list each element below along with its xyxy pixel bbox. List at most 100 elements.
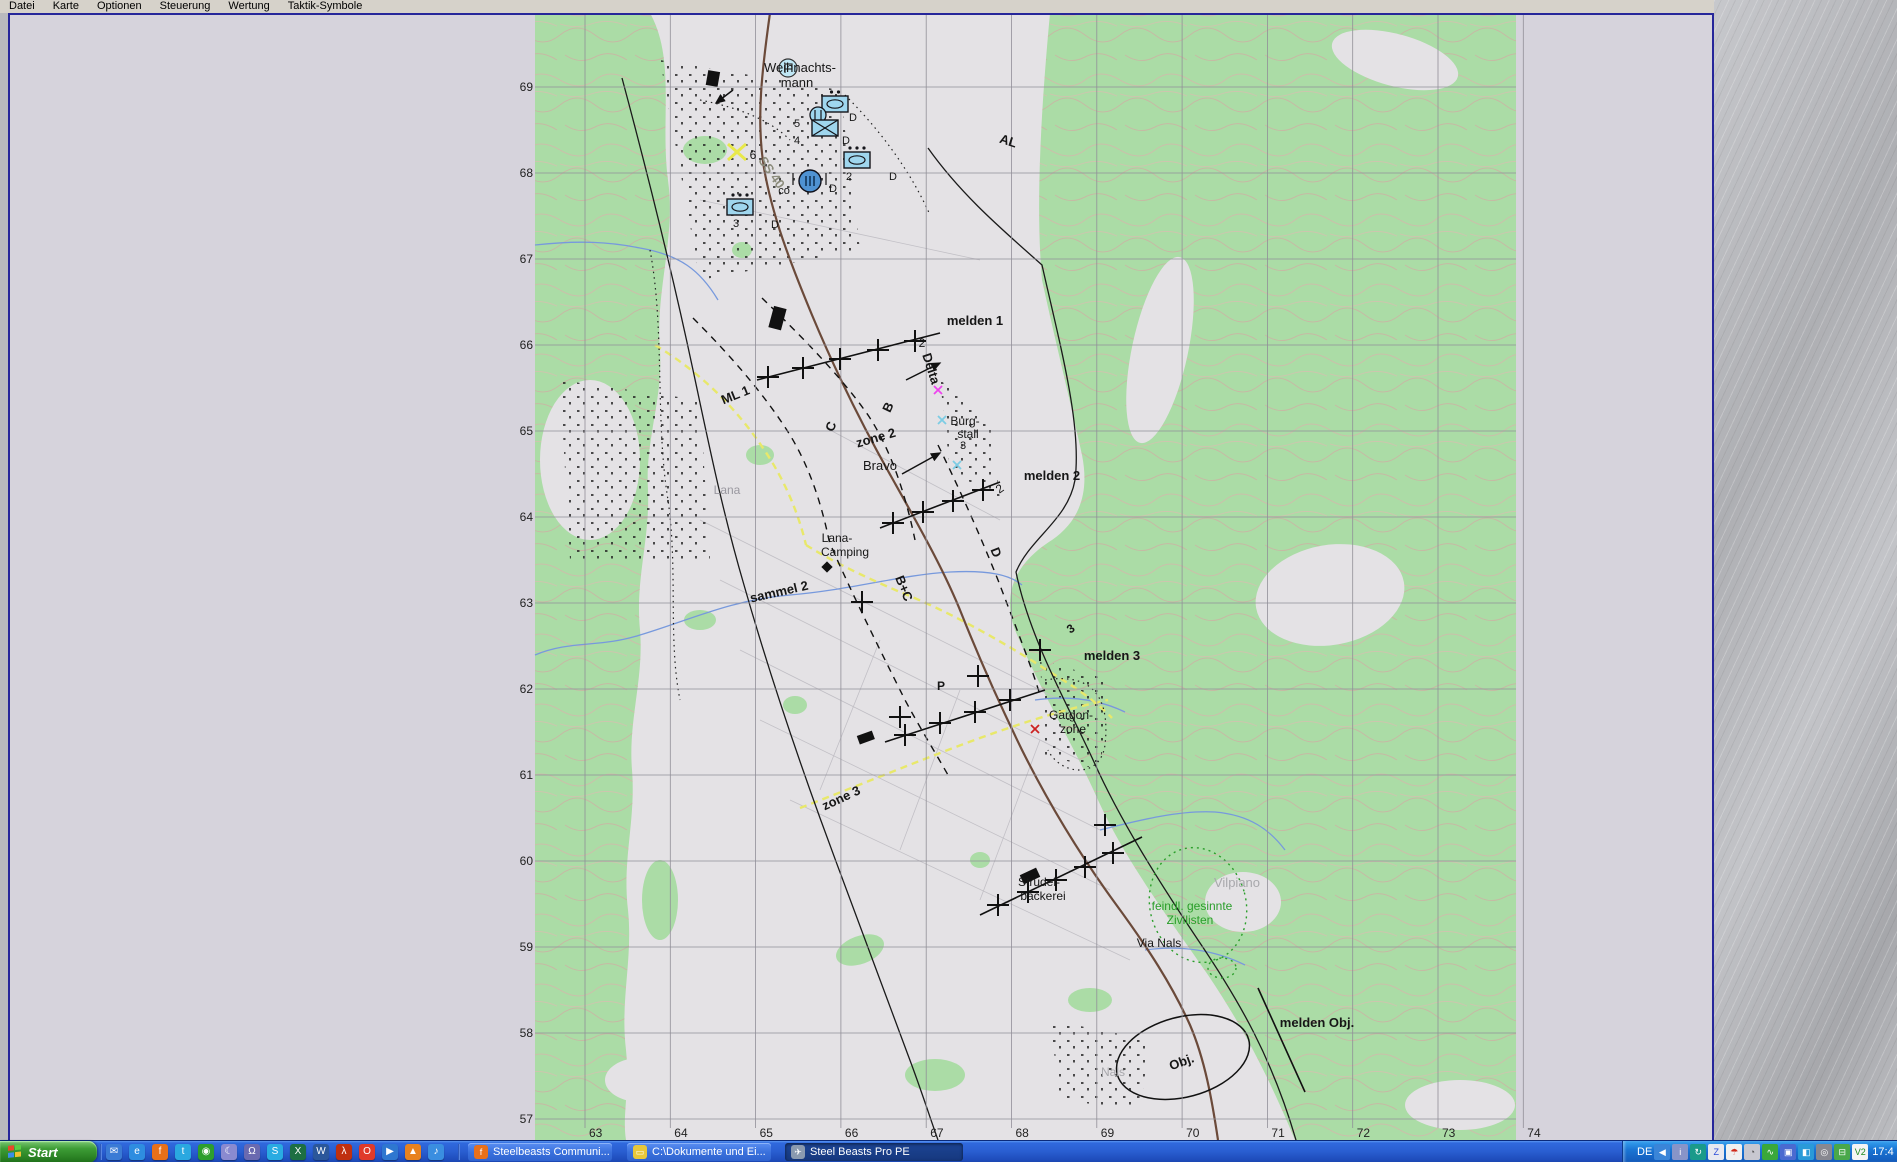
task-button-1[interactable]: f Steelbeasts Communi... — [468, 1143, 612, 1161]
windows-flag-icon — [7, 1145, 23, 1159]
map-label: Strudel- — [1018, 875, 1060, 889]
firefox-icon[interactable]: f — [152, 1144, 168, 1160]
map-window[interactable]: 6968676665646362616059585763646566676869… — [8, 13, 1714, 1144]
control-panel: Test Partei BLAU Partei ROT Kartentyp Ge… — [1714, 0, 1897, 1140]
winamp-icon[interactable]: λ — [336, 1144, 352, 1160]
thunderbird-icon[interactable]: t — [175, 1144, 191, 1160]
tray-app-icon[interactable]: i — [1672, 1144, 1688, 1160]
map-label: Weihnachts- — [764, 60, 836, 75]
map-label: 4 — [794, 135, 800, 147]
task-button-2[interactable]: ▭C:\Dokumente und Ei... — [627, 1143, 771, 1161]
language-indicator[interactable]: DE — [1637, 1146, 1652, 1158]
map-label: D — [829, 183, 837, 195]
map-label: melden 1 — [947, 313, 1003, 328]
messenger-icon[interactable]: ✉ — [106, 1144, 122, 1160]
map-label: bäckerei — [1020, 889, 1065, 903]
avira-umbrella-icon[interactable]: ☂ — [1726, 1144, 1742, 1160]
moon-app-icon[interactable]: ☾ — [221, 1144, 237, 1160]
map-label: 3 — [960, 440, 966, 452]
map-label: D — [771, 219, 779, 231]
map-label: D — [842, 135, 850, 147]
task-icon: ✈ — [791, 1145, 805, 1159]
tactical-map[interactable]: 6968676665646362616059585763646566676869… — [10, 15, 1712, 1140]
map-label: melden 3 — [1084, 648, 1140, 663]
menu-item-steuerung[interactable]: Steuerung — [151, 0, 220, 13]
grid-col-label: 64 — [674, 1126, 688, 1140]
grid-col-label: 72 — [1357, 1126, 1371, 1140]
map-label: feindl. gesinnte — [1152, 899, 1233, 913]
grid-row-label: 68 — [520, 166, 534, 180]
v2-antivirus-icon[interactable]: V2 — [1852, 1144, 1868, 1160]
map-label: melden 2 — [1024, 468, 1080, 483]
grid-row-label: 59 — [520, 940, 534, 954]
task-icon: ▭ — [633, 1145, 647, 1159]
usb-icon[interactable]: ⊟ — [1834, 1144, 1850, 1160]
webcam-icon[interactable]: ◉ — [198, 1144, 214, 1160]
grid-row-label: 57 — [520, 1112, 534, 1126]
map-label: melden Obj. — [1280, 1015, 1354, 1030]
sync-icon[interactable]: ↻ — [1690, 1144, 1706, 1160]
clock-app-icon[interactable]: ◔ — [1744, 1144, 1760, 1160]
menu-item-datei[interactable]: Datei — [0, 0, 44, 13]
grid-row-label: 69 — [520, 80, 534, 94]
map-label: Camping — [821, 545, 869, 559]
map-label: Bravo — [863, 458, 897, 473]
itunes-icon[interactable]: ♪ — [428, 1144, 444, 1160]
grid-col-label: 71 — [1271, 1126, 1285, 1140]
grid-col-label: 70 — [1186, 1126, 1200, 1140]
map-label: Nals — [1101, 1065, 1125, 1079]
grid-col-label: 66 — [845, 1126, 859, 1140]
map-label: Zivilisten — [1167, 913, 1214, 927]
mediaplayer-icon[interactable]: ▶ — [382, 1144, 398, 1160]
map-label: mann — [781, 75, 814, 90]
task-icon: f — [474, 1145, 488, 1159]
map-label: co — [778, 185, 790, 197]
menu-item-optionen[interactable]: Optionen — [88, 0, 151, 13]
map-label: D — [849, 112, 857, 124]
headphones-icon[interactable]: Ω — [244, 1144, 260, 1160]
menu-item-karte[interactable]: Karte — [44, 0, 88, 13]
map-label: Gargon- — [1049, 708, 1093, 722]
collapse-chevron-icon[interactable]: ◀ — [1654, 1144, 1670, 1160]
skype-icon[interactable]: S — [267, 1144, 283, 1160]
task-button-3[interactable]: ✈ Steel Beasts Pro PE — [785, 1143, 963, 1161]
menu-item-wertung[interactable]: Wertung — [219, 0, 278, 13]
map-label: zone — [1060, 722, 1086, 736]
spiral-icon[interactable]: ◎ — [1816, 1144, 1832, 1160]
grid-row-label: 63 — [520, 596, 534, 610]
excel-icon[interactable]: X — [290, 1144, 306, 1160]
map-label: stall — [957, 427, 978, 441]
display-icon[interactable]: ◧ — [1798, 1144, 1814, 1160]
map-label: Lana — [714, 483, 741, 497]
task-label: Steel Beasts Pro PE — [810, 1146, 910, 1158]
grid-col-label: 74 — [1527, 1126, 1541, 1140]
task-label: Steelbeasts Communi... — [493, 1146, 610, 1158]
map-label: Burg- — [950, 414, 979, 428]
zonealarm-icon[interactable]: Z — [1708, 1144, 1724, 1160]
system-tray: DE ◀i↻Z☂◔∿▣◧◎⊟V2 17:4 — [1622, 1141, 1897, 1162]
grid-row-label: 60 — [520, 854, 534, 868]
map-label: Via Nals — [1137, 936, 1181, 950]
opera-icon[interactable]: O — [359, 1144, 375, 1160]
unit-symbol-infantry[interactable] — [812, 120, 838, 136]
map-label: 5 — [794, 118, 800, 130]
menu-item-taktiksymbole[interactable]: Taktik-Symbole — [279, 0, 372, 13]
swoosh-icon[interactable]: ∿ — [1762, 1144, 1778, 1160]
grid-row-label: 65 — [520, 424, 534, 438]
network-icon[interactable]: ▣ — [1780, 1144, 1796, 1160]
start-button[interactable]: Start — [0, 1141, 97, 1162]
grid-row-label: 58 — [520, 1026, 534, 1040]
grid-col-label: 67 — [930, 1126, 944, 1140]
map-label: Vilpiano — [1214, 875, 1260, 890]
clock: 17:4 — [1872, 1146, 1893, 1158]
word-icon[interactable]: W — [313, 1144, 329, 1160]
map-label: 2 — [919, 336, 926, 350]
grid-row-label: 62 — [520, 682, 534, 696]
vlc-icon[interactable]: ▲ — [405, 1144, 421, 1160]
grid-row-label: 66 — [520, 338, 534, 352]
grid-row-label: 67 — [520, 252, 534, 266]
menu-bar: DateiKarteOptionenSteuerungWertungTaktik… — [0, 0, 1897, 13]
grid-col-label: 63 — [589, 1126, 603, 1140]
map-label: 2 — [846, 171, 852, 183]
ie-icon[interactable]: e — [129, 1144, 145, 1160]
